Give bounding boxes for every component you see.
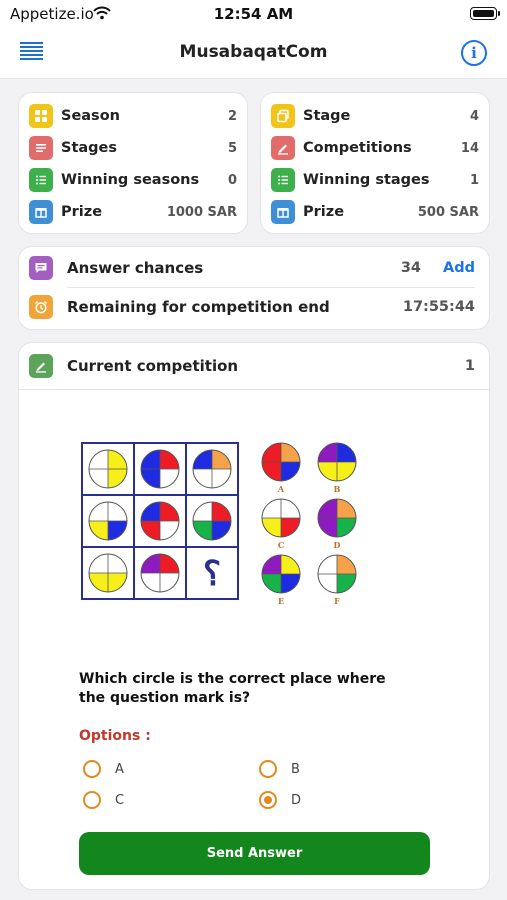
page-title: MusabaqatCom xyxy=(179,42,328,62)
stat-row-stage: Stage 4 xyxy=(271,102,479,130)
grid-circle xyxy=(140,553,180,593)
choice-circle xyxy=(317,442,357,482)
clock: 12:54 AM xyxy=(213,5,294,23)
gift-icon xyxy=(29,200,53,224)
stat-row-winning-seasons: Winning seasons 0 xyxy=(29,166,237,194)
option-a[interactable]: A xyxy=(83,757,124,781)
answer-chances-value: 34 xyxy=(400,260,422,276)
stat-label: Stage xyxy=(303,108,351,124)
radio-button-selected[interactable] xyxy=(259,791,277,809)
choice-circle xyxy=(261,442,301,482)
stat-row-season: Season 2 xyxy=(29,102,237,130)
stat-label: Prize xyxy=(61,204,103,220)
grid-circle xyxy=(88,501,128,541)
stat-value: 2 xyxy=(227,108,237,124)
grid-circle xyxy=(192,501,232,541)
navigation-bar: MusabaqatCom i xyxy=(0,28,507,79)
stat-value: 4 xyxy=(469,108,479,124)
divider xyxy=(67,287,475,288)
puzzle-image: ؟ A B C D E F xyxy=(81,442,357,606)
stat-value: 500 SAR xyxy=(417,204,479,220)
option-label: C xyxy=(115,792,125,808)
choice-label: A xyxy=(277,484,285,494)
stat-label: Winning seasons xyxy=(61,172,200,188)
info-icon[interactable]: i xyxy=(461,40,487,66)
option-label: D xyxy=(291,792,302,808)
option-label: A xyxy=(115,761,124,777)
list-icon xyxy=(271,168,295,192)
stat-value: 0 xyxy=(227,172,237,188)
question-text: Which circle is the correct place where … xyxy=(79,671,386,706)
grid-icon xyxy=(29,104,53,128)
question-mark: ؟ xyxy=(203,554,221,594)
stat-value: 1000 SAR xyxy=(166,204,237,220)
choice-label: C xyxy=(278,540,284,550)
competition-number: 1 xyxy=(464,358,475,374)
grid-circle xyxy=(192,449,232,489)
copy-icon xyxy=(271,104,295,128)
answer-chances-label: Answer chances xyxy=(67,259,204,277)
remaining-time-row: Remaining for competition end 17:55:44 xyxy=(29,292,475,322)
grid-circle xyxy=(88,449,128,489)
alarm-clock-icon xyxy=(29,295,53,319)
stat-label: Prize xyxy=(303,204,345,220)
remaining-time-value: 17:55:44 xyxy=(402,299,475,315)
battery-icon xyxy=(470,7,500,20)
competition-header: Current competition 1 xyxy=(29,351,475,381)
gift-icon xyxy=(271,200,295,224)
status-bar: Appetize.io 12:54 AM xyxy=(0,0,507,28)
send-answer-button[interactable]: Send Answer xyxy=(79,832,430,875)
choice-circle xyxy=(261,554,301,594)
grid-circle xyxy=(140,501,180,541)
stat-value: 1 xyxy=(469,172,479,188)
stat-value: 14 xyxy=(460,140,479,156)
choice-circle xyxy=(317,554,357,594)
list-icon xyxy=(29,168,53,192)
stat-row-winning-stages: Winning stages 1 xyxy=(271,166,479,194)
grid-circle xyxy=(88,553,128,593)
choice-label: F xyxy=(334,596,340,606)
stat-label: Stages xyxy=(61,140,118,156)
option-d[interactable]: D xyxy=(259,788,301,812)
stat-row-stages: Stages 5 xyxy=(29,134,237,162)
grid-circle xyxy=(140,449,180,489)
choice-label: D xyxy=(334,540,341,550)
option-c[interactable]: C xyxy=(83,788,124,812)
stage-stats-card: Stage 4 Competitions 14 Winning stages 1… xyxy=(260,92,490,234)
option-label: B xyxy=(291,761,300,777)
option-b[interactable]: B xyxy=(259,757,300,781)
add-chances-button[interactable]: Add xyxy=(443,260,475,276)
divider xyxy=(19,389,489,390)
chat-icon xyxy=(29,256,53,280)
lines-icon xyxy=(29,136,53,160)
stat-row-prize: Prize 1000 SAR xyxy=(29,198,237,226)
choice-circle xyxy=(317,498,357,538)
stat-row-prize: Prize 500 SAR xyxy=(271,198,479,226)
pencil-icon xyxy=(271,136,295,160)
radio-button[interactable] xyxy=(83,760,101,778)
stat-label: Winning stages xyxy=(303,172,430,188)
options-label: Options : xyxy=(79,728,151,744)
choice-label: E xyxy=(278,596,284,606)
season-stats-card: Season 2 Stages 5 Winning seasons 0 Priz… xyxy=(18,92,248,234)
choice-circle xyxy=(261,498,301,538)
radio-button[interactable] xyxy=(259,760,277,778)
answer-chances-card: Answer chances 34 Add Remaining for comp… xyxy=(18,246,490,330)
stat-label: Season xyxy=(61,108,120,124)
remaining-time-label: Remaining for competition end xyxy=(67,298,330,316)
competition-title: Current competition xyxy=(67,357,239,375)
stat-value: 5 xyxy=(227,140,237,156)
choice-label: B xyxy=(334,484,341,494)
stat-label: Competitions xyxy=(303,140,412,156)
stat-row-competitions: Competitions 14 xyxy=(271,134,479,162)
answer-chances-row: Answer chances 34 Add xyxy=(29,253,475,283)
pencil-icon xyxy=(29,354,53,378)
radio-button[interactable] xyxy=(83,791,101,809)
